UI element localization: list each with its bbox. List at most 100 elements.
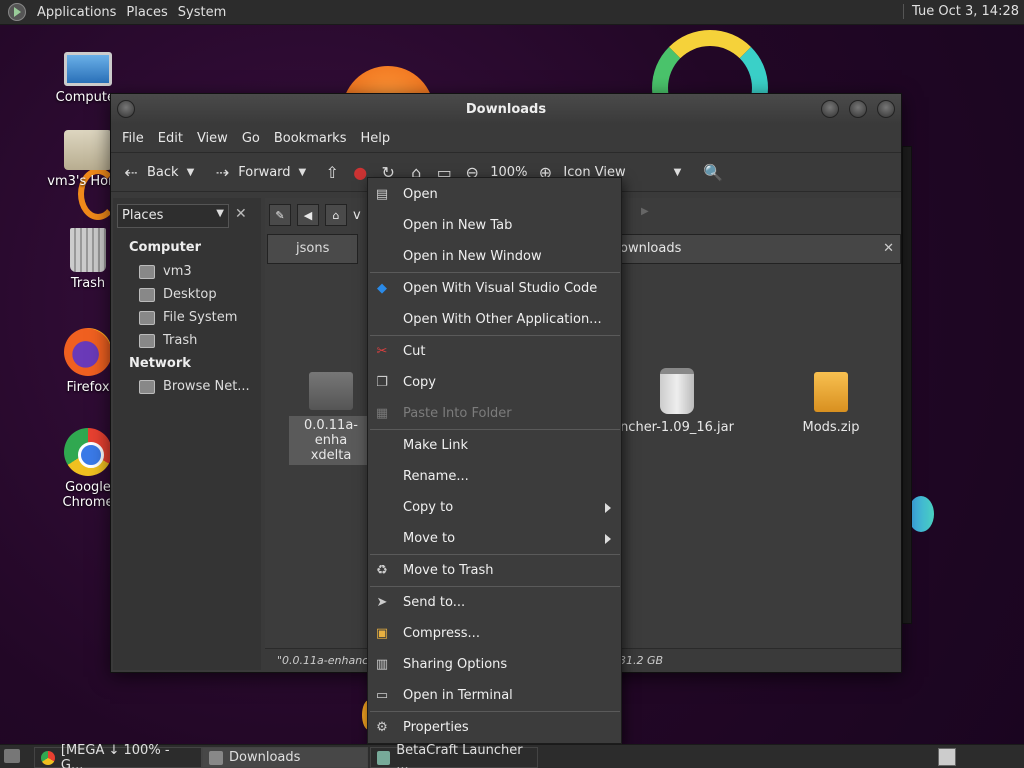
menu-item-label: Rename... [403, 469, 469, 484]
show-desktop-icon[interactable] [4, 749, 20, 763]
jar-file-icon [660, 368, 694, 414]
menu-item-open-with-visual-studio-code[interactable]: ◆ Open With Visual Studio Code [368, 273, 621, 304]
menu-item-open-with-other-application[interactable]: Open With Other Application... [368, 304, 621, 335]
forward-label: Forward [238, 164, 291, 180]
menu-item-copy[interactable]: ❐ Copy [368, 367, 621, 398]
menu-item-make-link[interactable]: Make Link [368, 430, 621, 461]
clock[interactable]: Tue Oct 3, 14:28 [903, 4, 1019, 19]
task-mega[interactable]: [MEGA ↓ 100% - G... [34, 743, 202, 768]
sidebar-heading-computer: Computer [129, 240, 202, 255]
computer-icon [64, 52, 112, 86]
distro-logo-icon[interactable] [8, 3, 26, 21]
search-icon[interactable]: 🔍 [703, 162, 723, 182]
file-item-jar[interactable]: ncher-1.09_16.jar [615, 368, 739, 435]
menu-item-label: Sharing Options [403, 657, 508, 672]
file-name: Mods.zip [802, 420, 860, 435]
back-history-dropdown[interactable]: ▼ [187, 167, 195, 178]
desktop-folder-icon [139, 287, 155, 302]
menu-view[interactable]: View [190, 131, 235, 146]
compress-icon: ▣ [375, 626, 389, 641]
menu-item-label: Open With Visual Studio Code [403, 281, 598, 296]
close-sidebar-icon[interactable]: ✕ [235, 206, 247, 222]
sidebar-item-label: File System [163, 310, 238, 325]
tab-jsons[interactable]: jsons [267, 234, 359, 264]
menu-item-rename[interactable]: Rename... [368, 461, 621, 492]
task-label: BetaCraft Launcher ... [396, 742, 523, 768]
sidebar-item-file-system[interactable]: File System [139, 310, 237, 325]
back-button[interactable]: ⇠ Back [121, 162, 178, 182]
window-menu-button[interactable] [117, 100, 135, 118]
applications-menu[interactable]: Applications [32, 5, 121, 20]
task-downloads[interactable]: Downloads [202, 747, 368, 768]
file-item-zip[interactable]: Mods.zip [781, 372, 881, 435]
home-folder-icon [64, 130, 112, 170]
submenu-arrow-icon [605, 533, 611, 544]
menu-file[interactable]: File [115, 131, 151, 146]
places-menu[interactable]: Places [121, 5, 172, 20]
sidebar-item-vm3[interactable]: vm3 [139, 264, 192, 279]
view-mode-dropdown[interactable]: ▼ [674, 167, 682, 178]
menu-item-cut[interactable]: ✂ Cut [368, 336, 621, 367]
menu-help[interactable]: Help [353, 131, 397, 146]
file-name: ncher-1.09_16.jar [620, 420, 734, 435]
sidebar-item-trash[interactable]: Trash [139, 333, 197, 348]
menu-item-label: Make Link [403, 438, 468, 453]
sidebar-item-browse-network[interactable]: Browse Net... [139, 379, 250, 394]
path-scroll-right-icon[interactable]: ▶ [641, 206, 649, 217]
sidebar-selector[interactable]: Places ▼ [117, 204, 229, 228]
menu-item-send-to[interactable]: ➤ Send to... [368, 587, 621, 618]
task-betacraft[interactable]: BetaCraft Launcher ... [370, 743, 538, 768]
open-icon: ▤ [375, 187, 389, 202]
path-home-icon[interactable]: ⌂ [325, 204, 347, 226]
system-menu[interactable]: System [173, 5, 231, 20]
tab-downloads[interactable]: ownloads ✕ [611, 234, 901, 264]
vscode-icon: ◆ [377, 281, 387, 296]
sidebar-item-label: vm3 [163, 264, 192, 279]
menu-bookmarks[interactable]: Bookmarks [267, 131, 354, 146]
menu-item-label: Open in New Window [403, 249, 542, 264]
window-titlebar[interactable]: Downloads [111, 94, 901, 124]
menu-item-label: Send to... [403, 595, 466, 610]
menu-go[interactable]: Go [235, 131, 267, 146]
up-arrow-icon[interactable]: ⇧ [322, 162, 342, 182]
path-back-icon[interactable]: ◀ [297, 204, 319, 226]
status-free-space: 31.2 GB [619, 654, 664, 667]
menu-item-label: Properties [403, 720, 469, 735]
menu-item-open-in-terminal[interactable]: ▭ Open in Terminal [368, 680, 621, 711]
file-item-folder[interactable]: 0.0.11a-enha xdelta [289, 372, 373, 465]
minimize-button[interactable] [821, 100, 839, 118]
menu-item-open[interactable]: ▤ Open [368, 179, 621, 210]
chevron-down-icon: ▼ [216, 208, 224, 219]
menu-item-label: Cut [403, 344, 426, 359]
menu-item-compress[interactable]: ▣ Compress... [368, 618, 621, 649]
close-button[interactable] [877, 100, 895, 118]
java-icon [377, 750, 391, 765]
file-name-line2: xdelta [310, 448, 352, 463]
workspace-switcher[interactable] [938, 748, 956, 766]
network-icon [139, 379, 155, 394]
menu-item-sharing-options[interactable]: ▥ Sharing Options [368, 649, 621, 680]
sidebar-item-desktop[interactable]: Desktop [139, 287, 217, 302]
maximize-button[interactable] [849, 100, 867, 118]
forward-button[interactable]: ⇢ Forward [212, 162, 291, 182]
folder-icon [209, 750, 223, 765]
menu-item-move-to[interactable]: Move to [368, 523, 621, 554]
drive-icon [139, 310, 155, 325]
forward-history-dropdown[interactable]: ▼ [299, 167, 307, 178]
bottom-panel: [MEGA ↓ 100% - G... Downloads BetaCraft … [0, 743, 1024, 768]
chrome-icon [41, 750, 55, 765]
menu-edit[interactable]: Edit [151, 131, 190, 146]
menu-item-properties[interactable]: ⚙ Properties [368, 712, 621, 743]
context-menu: ▤ Open Open in New Tab Open in New Window ◆ O… [367, 177, 622, 744]
menu-item-move-to-trash[interactable]: ♻ Move to Trash [368, 555, 621, 586]
menu-item-open-in-new-tab[interactable]: Open in New Tab [368, 210, 621, 241]
menu-item-copy-to[interactable]: Copy to [368, 492, 621, 523]
path-segment[interactable]: v [353, 208, 361, 223]
trash-icon [139, 333, 155, 348]
sidebar-heading-network: Network [129, 356, 191, 371]
close-tab-icon[interactable]: ✕ [883, 241, 894, 256]
back-arrow-icon: ⇠ [124, 162, 138, 182]
edit-location-icon[interactable]: ✎ [269, 204, 291, 226]
menu-item-open-in-new-window[interactable]: Open in New Window [368, 241, 621, 272]
window-title: Downloads [465, 101, 547, 117]
